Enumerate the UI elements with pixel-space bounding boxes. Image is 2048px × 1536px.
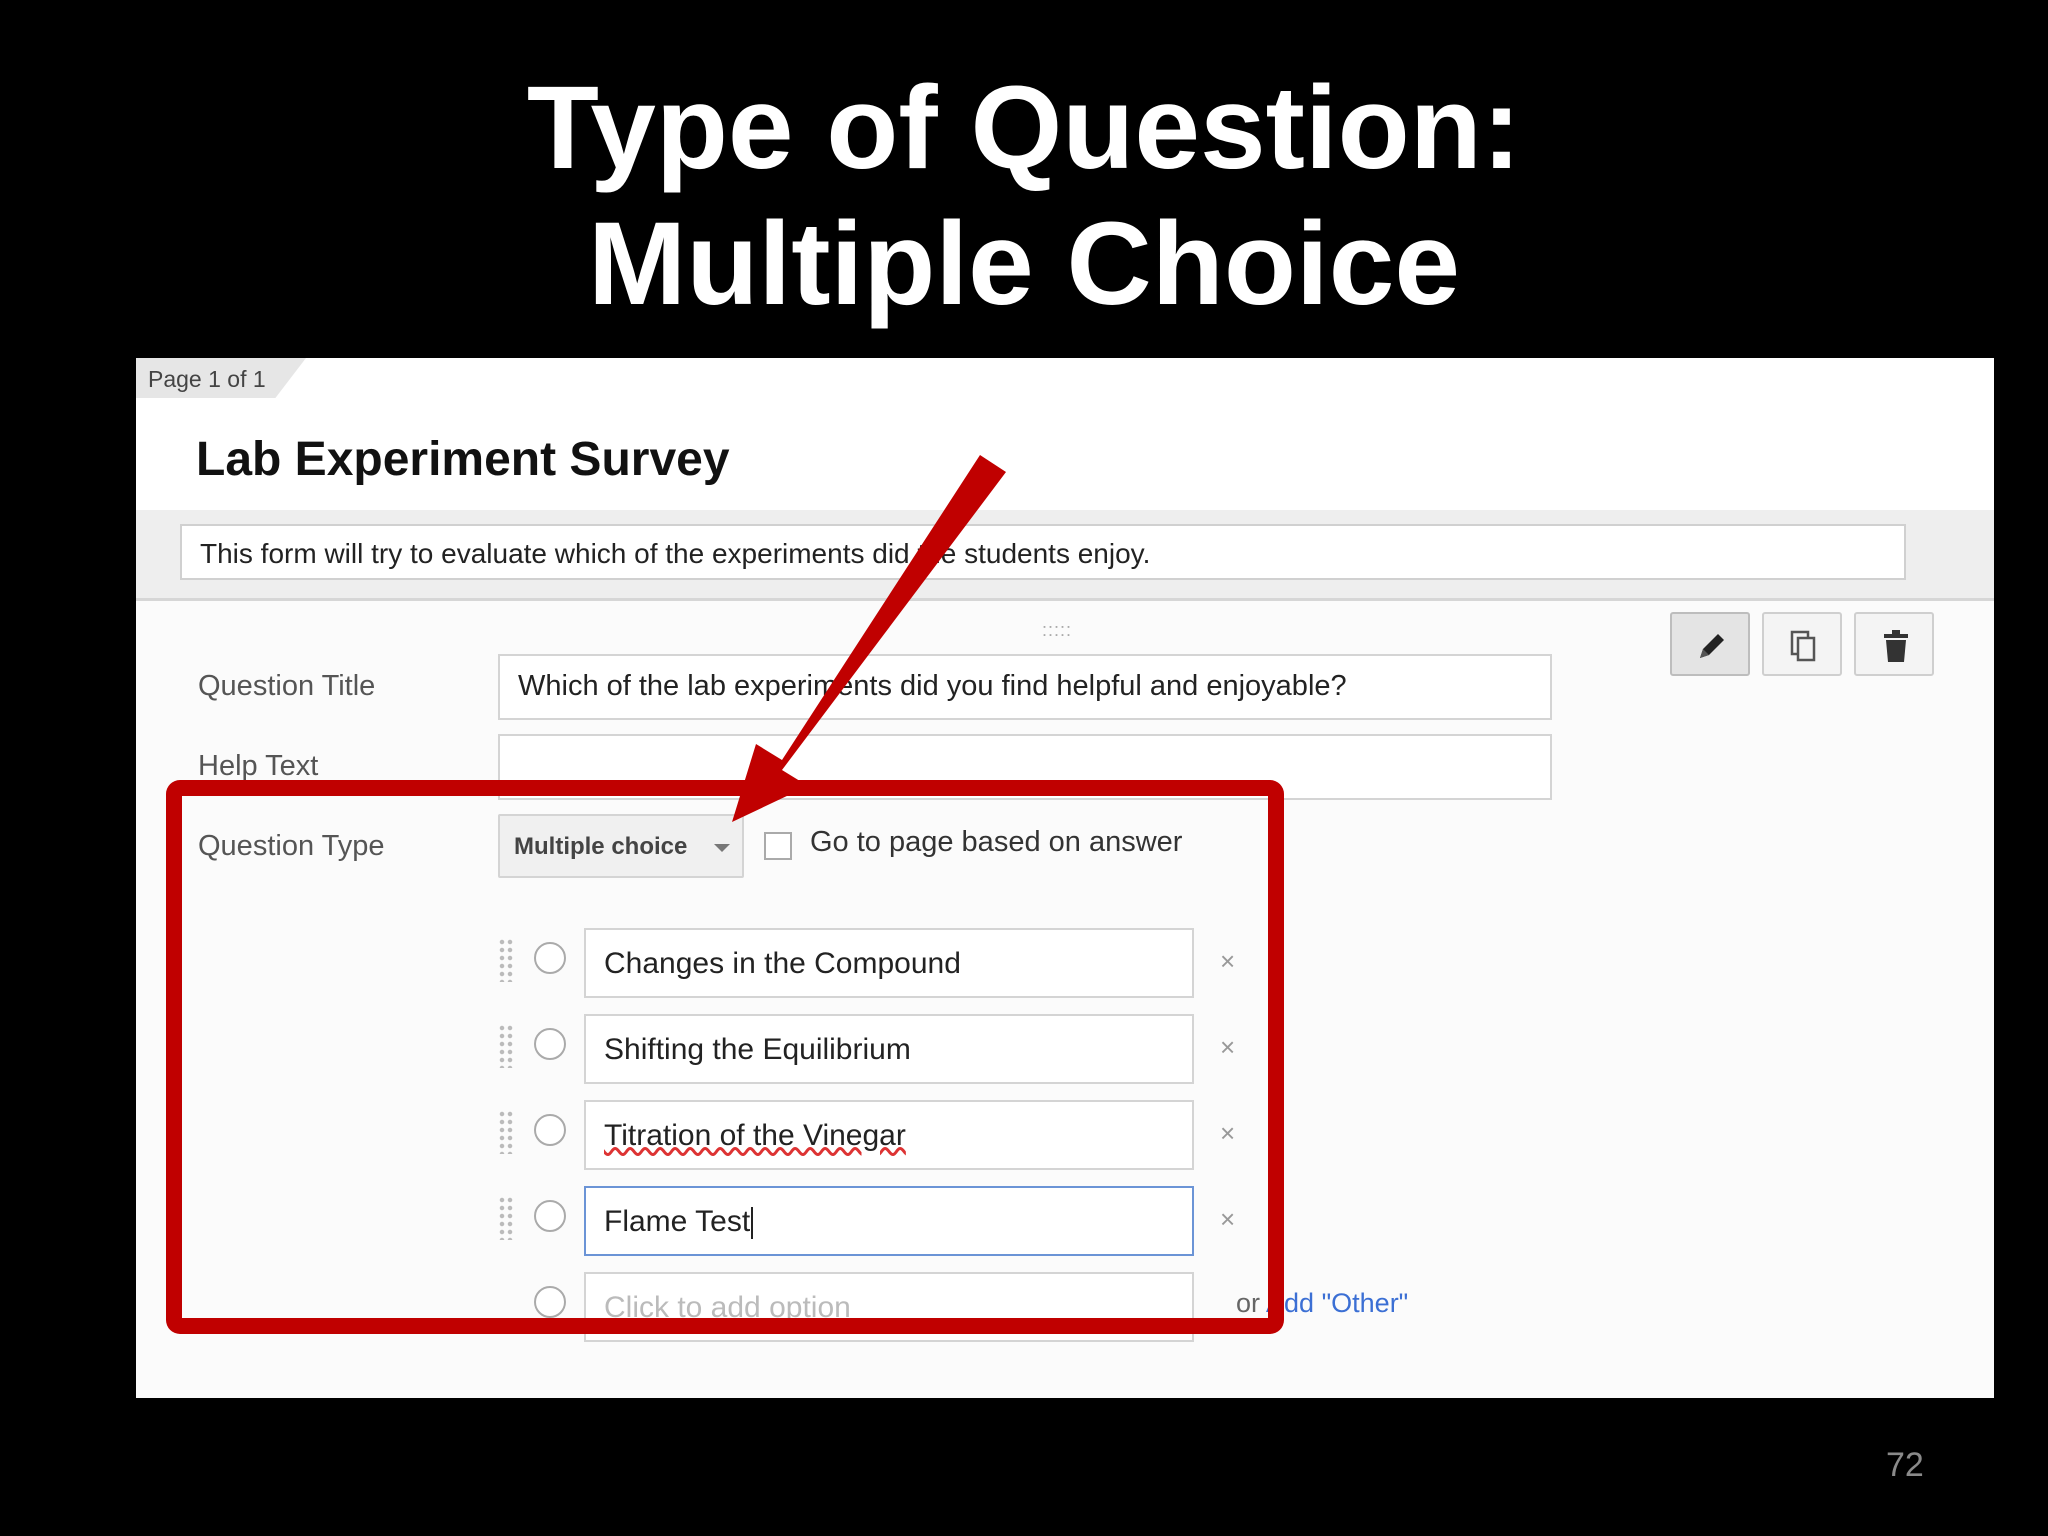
drag-grip-icon[interactable] xyxy=(498,1196,514,1240)
radio-icon xyxy=(534,1286,566,1318)
question-title-value: Which of the lab experiments did you fin… xyxy=(518,670,1347,702)
drag-handle-icon[interactable]: ::::: xyxy=(1042,620,1072,641)
add-option-placeholder: Click to add option xyxy=(604,1291,851,1324)
option-row: Titration of the Vinegar × xyxy=(498,1100,1258,1170)
slide-number: 72 xyxy=(1886,1446,1924,1484)
slide-title-line-2: Multiple Choice xyxy=(588,198,1460,330)
option-row: Flame Test × xyxy=(498,1186,1258,1256)
help-text-label: Help Text xyxy=(198,750,319,782)
help-text-field[interactable] xyxy=(498,734,1552,800)
pencil-icon xyxy=(1700,634,1724,658)
duplicate-icon xyxy=(1790,630,1816,662)
duplicate-question-button[interactable] xyxy=(1762,612,1842,676)
remove-option-icon[interactable]: × xyxy=(1220,1032,1235,1063)
radio-icon xyxy=(534,1114,566,1146)
slide-title-line-1: Type of Question: xyxy=(526,62,1522,194)
remove-option-icon[interactable]: × xyxy=(1220,1118,1235,1149)
option-label-4: Flame Test xyxy=(604,1205,751,1238)
page-indicator: Page 1 of 1 xyxy=(148,366,266,392)
radio-icon xyxy=(534,942,566,974)
remove-option-icon[interactable]: × xyxy=(1220,1204,1235,1235)
option-field-3[interactable]: Titration of the Vinegar xyxy=(584,1100,1194,1170)
trash-icon xyxy=(1884,630,1908,662)
or-text: or xyxy=(1236,1288,1261,1318)
form-editor-screenshot: Page 1 of 1 Lab Experiment Survey This f… xyxy=(136,358,1994,1398)
add-option-row: Click to add option xyxy=(498,1272,1258,1342)
add-option-field[interactable]: Click to add option xyxy=(584,1272,1194,1342)
section-divider xyxy=(136,598,1994,601)
slide-title: Type of Question: Multiple Choice xyxy=(0,60,2048,332)
drag-grip-icon[interactable] xyxy=(498,1110,514,1154)
question-type-value: Multiple choice xyxy=(514,833,688,860)
go-to-page-checkbox[interactable] xyxy=(764,832,792,860)
edit-question-button[interactable] xyxy=(1670,612,1750,676)
remove-option-icon[interactable]: × xyxy=(1220,946,1235,977)
form-title[interactable]: Lab Experiment Survey xyxy=(196,432,730,487)
option-label-1: Changes in the Compound xyxy=(604,947,961,980)
text-cursor xyxy=(751,1207,754,1240)
question-title-field[interactable]: Which of the lab experiments did you fin… xyxy=(498,654,1552,720)
form-description-field[interactable]: This form will try to evaluate which of … xyxy=(180,524,1906,580)
question-type-select[interactable]: Multiple choice xyxy=(498,814,744,878)
question-title-label: Question Title xyxy=(198,670,376,702)
option-row: Changes in the Compound × xyxy=(498,928,1258,998)
form-description: This form will try to evaluate which of … xyxy=(200,538,1151,569)
option-label-2: Shifting the Equilibrium xyxy=(604,1033,911,1066)
radio-icon xyxy=(534,1028,566,1060)
drag-grip-icon[interactable] xyxy=(498,1024,514,1068)
add-other-link[interactable]: Add "Other" xyxy=(1266,1288,1408,1318)
radio-icon xyxy=(534,1200,566,1232)
option-field-1[interactable]: Changes in the Compound xyxy=(584,928,1194,998)
option-field-2[interactable]: Shifting the Equilibrium xyxy=(584,1014,1194,1084)
question-type-label: Question Type xyxy=(198,830,385,862)
option-value-4: Flame Test xyxy=(604,1205,754,1240)
option-field-4[interactable]: Flame Test xyxy=(584,1186,1194,1256)
add-other-area: or Add "Other" xyxy=(1236,1288,1408,1319)
drag-grip-icon[interactable] xyxy=(498,938,514,982)
delete-question-button[interactable] xyxy=(1854,612,1934,676)
option-row: Shifting the Equilibrium × xyxy=(498,1014,1258,1084)
chevron-down-icon xyxy=(714,844,730,852)
go-to-page-label: Go to page based on answer xyxy=(810,826,1183,858)
option-label-3: Titration of the Vinegar xyxy=(604,1119,906,1152)
